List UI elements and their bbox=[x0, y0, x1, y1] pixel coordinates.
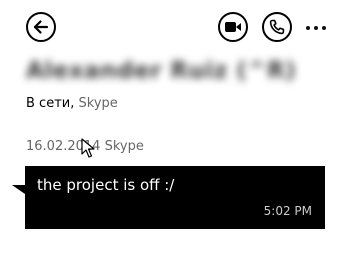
presence-service: Skype bbox=[78, 96, 118, 111]
message-text: the project is off :/ bbox=[37, 176, 175, 194]
back-arrow-icon bbox=[33, 20, 49, 34]
more-dots-icon bbox=[306, 26, 310, 30]
message-bubble-tail bbox=[12, 185, 25, 194]
phone-icon bbox=[269, 19, 285, 35]
contact-name: Alexander Ruiz (^R) bbox=[26, 58, 297, 84]
message-bubble[interactable]: the project is off :/ 5:02 PM bbox=[25, 166, 325, 229]
back-button[interactable] bbox=[26, 12, 56, 42]
mouse-cursor-icon bbox=[81, 138, 95, 158]
presence-status-text: В сети, bbox=[26, 96, 75, 111]
presence-status: В сети, Skype bbox=[26, 96, 118, 111]
audio-call-button[interactable] bbox=[262, 12, 292, 42]
message-timestamp: 5:02 PM bbox=[263, 204, 312, 218]
more-options-button[interactable] bbox=[306, 20, 326, 36]
video-call-button[interactable] bbox=[218, 12, 248, 42]
video-camera-icon bbox=[225, 22, 241, 32]
